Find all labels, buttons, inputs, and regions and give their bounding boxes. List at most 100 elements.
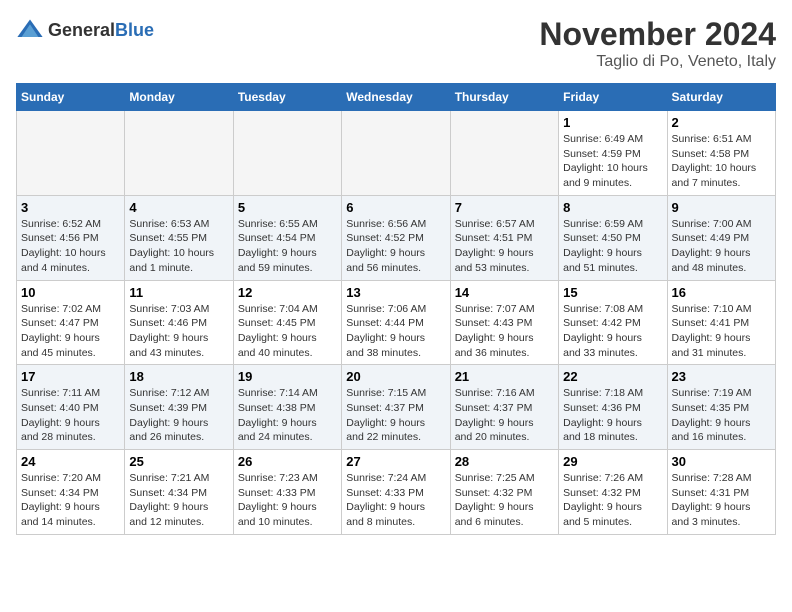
day-info: Sunrise: 6:49 AM Sunset: 4:59 PM Dayligh… bbox=[563, 132, 662, 191]
weekday-header-row: SundayMondayTuesdayWednesdayThursdayFrid… bbox=[17, 84, 776, 111]
day-number: 15 bbox=[563, 285, 662, 300]
day-number: 14 bbox=[455, 285, 554, 300]
calendar-cell: 11 Sunrise: 7:03 AM Sunset: 4:46 PM Dayli… bbox=[125, 280, 233, 365]
day-number: 8 bbox=[563, 200, 662, 215]
day-number: 9 bbox=[672, 200, 771, 215]
week-row-1: 3 Sunrise: 6:52 AM Sunset: 4:56 PM Daylig… bbox=[17, 195, 776, 280]
weekday-header-thursday: Thursday bbox=[450, 84, 558, 111]
calendar-cell: 12Sunrise: 7:04 AM Sunset: 4:45 PM Dayli… bbox=[233, 280, 341, 365]
day-info: Sunrise: 7:02 AM Sunset: 4:47 PM Dayligh… bbox=[21, 302, 120, 361]
day-number: 19 bbox=[238, 369, 337, 384]
day-info: Sunrise: 7:21 AM Sunset: 4:34 PM Dayligh… bbox=[129, 471, 228, 530]
logo-text: GeneralBlue bbox=[48, 20, 154, 41]
day-number: 11 bbox=[129, 285, 228, 300]
calendar-cell: 27 Sunrise: 7:24 AM Sunset: 4:33 PM Dayli… bbox=[342, 450, 450, 535]
calendar-cell: 5 Sunrise: 6:55 AM Sunset: 4:54 PM Daylig… bbox=[233, 195, 341, 280]
day-number: 27 bbox=[346, 454, 445, 469]
calendar-cell: 16 Sunrise: 7:10 AM Sunset: 4:41 PM Dayli… bbox=[667, 280, 775, 365]
calendar-cell: 23 Sunrise: 7:19 AM Sunset: 4:35 PM Dayli… bbox=[667, 365, 775, 450]
week-row-0: 1Sunrise: 6:49 AM Sunset: 4:59 PM Daylig… bbox=[17, 111, 776, 196]
calendar-cell: 6 Sunrise: 6:56 AM Sunset: 4:52 PM Daylig… bbox=[342, 195, 450, 280]
calendar-cell: 2 Sunrise: 6:51 AM Sunset: 4:58 PM Daylig… bbox=[667, 111, 775, 196]
day-number: 26 bbox=[238, 454, 337, 469]
calendar-cell: 14Sunrise: 7:07 AM Sunset: 4:43 PM Dayli… bbox=[450, 280, 558, 365]
calendar-cell: 1Sunrise: 6:49 AM Sunset: 4:59 PM Daylig… bbox=[559, 111, 667, 196]
title-block: November 2024 Taglio di Po, Veneto, Ital… bbox=[539, 16, 776, 71]
day-info: Sunrise: 6:52 AM Sunset: 4:56 PM Dayligh… bbox=[21, 217, 120, 276]
day-info: Sunrise: 7:20 AM Sunset: 4:34 PM Dayligh… bbox=[21, 471, 120, 530]
day-info: Sunrise: 7:08 AM Sunset: 4:42 PM Dayligh… bbox=[563, 302, 662, 361]
weekday-header-monday: Monday bbox=[125, 84, 233, 111]
day-info: Sunrise: 6:59 AM Sunset: 4:50 PM Dayligh… bbox=[563, 217, 662, 276]
day-info: Sunrise: 7:06 AM Sunset: 4:44 PM Dayligh… bbox=[346, 302, 445, 361]
day-number: 13 bbox=[346, 285, 445, 300]
calendar-cell: 22Sunrise: 7:18 AM Sunset: 4:36 PM Dayli… bbox=[559, 365, 667, 450]
logo-icon bbox=[16, 16, 44, 44]
day-number: 25 bbox=[129, 454, 228, 469]
day-info: Sunrise: 7:19 AM Sunset: 4:35 PM Dayligh… bbox=[672, 386, 771, 445]
day-info: Sunrise: 7:10 AM Sunset: 4:41 PM Dayligh… bbox=[672, 302, 771, 361]
day-number: 22 bbox=[563, 369, 662, 384]
calendar-cell bbox=[17, 111, 125, 196]
calendar-cell bbox=[233, 111, 341, 196]
calendar-cell bbox=[342, 111, 450, 196]
day-info: Sunrise: 7:25 AM Sunset: 4:32 PM Dayligh… bbox=[455, 471, 554, 530]
day-info: Sunrise: 6:56 AM Sunset: 4:52 PM Dayligh… bbox=[346, 217, 445, 276]
calendar-cell: 20 Sunrise: 7:15 AM Sunset: 4:37 PM Dayli… bbox=[342, 365, 450, 450]
calendar-cell: 8 Sunrise: 6:59 AM Sunset: 4:50 PM Daylig… bbox=[559, 195, 667, 280]
calendar-cell: 3 Sunrise: 6:52 AM Sunset: 4:56 PM Daylig… bbox=[17, 195, 125, 280]
calendar-cell: 4 Sunrise: 6:53 AM Sunset: 4:55 PM Daylig… bbox=[125, 195, 233, 280]
calendar-cell: 18 Sunrise: 7:12 AM Sunset: 4:39 PM Dayli… bbox=[125, 365, 233, 450]
calendar-cell: 17Sunrise: 7:11 AM Sunset: 4:40 PM Dayli… bbox=[17, 365, 125, 450]
day-number: 2 bbox=[672, 115, 771, 130]
calendar-cell: 15 Sunrise: 7:08 AM Sunset: 4:42 PM Dayli… bbox=[559, 280, 667, 365]
day-info: Sunrise: 7:00 AM Sunset: 4:49 PM Dayligh… bbox=[672, 217, 771, 276]
day-number: 20 bbox=[346, 369, 445, 384]
day-number: 18 bbox=[129, 369, 228, 384]
day-info: Sunrise: 6:51 AM Sunset: 4:58 PM Dayligh… bbox=[672, 132, 771, 191]
day-info: Sunrise: 7:03 AM Sunset: 4:46 PM Dayligh… bbox=[129, 302, 228, 361]
day-info: Sunrise: 7:14 AM Sunset: 4:38 PM Dayligh… bbox=[238, 386, 337, 445]
day-info: Sunrise: 7:26 AM Sunset: 4:32 PM Dayligh… bbox=[563, 471, 662, 530]
day-number: 23 bbox=[672, 369, 771, 384]
month-title: November 2024 bbox=[539, 16, 776, 53]
day-info: Sunrise: 7:15 AM Sunset: 4:37 PM Dayligh… bbox=[346, 386, 445, 445]
calendar-table: SundayMondayTuesdayWednesdayThursdayFrid… bbox=[16, 83, 776, 535]
day-info: Sunrise: 6:53 AM Sunset: 4:55 PM Dayligh… bbox=[129, 217, 228, 276]
calendar-cell: 19 Sunrise: 7:14 AM Sunset: 4:38 PM Dayli… bbox=[233, 365, 341, 450]
calendar-cell: 30Sunrise: 7:28 AM Sunset: 4:31 PM Dayli… bbox=[667, 450, 775, 535]
calendar-cell: 24 Sunrise: 7:20 AM Sunset: 4:34 PM Dayli… bbox=[17, 450, 125, 535]
day-info: Sunrise: 6:55 AM Sunset: 4:54 PM Dayligh… bbox=[238, 217, 337, 276]
logo-general: General bbox=[48, 20, 115, 40]
day-info: Sunrise: 7:16 AM Sunset: 4:37 PM Dayligh… bbox=[455, 386, 554, 445]
day-number: 3 bbox=[21, 200, 120, 215]
day-info: Sunrise: 7:24 AM Sunset: 4:33 PM Dayligh… bbox=[346, 471, 445, 530]
day-info: Sunrise: 7:12 AM Sunset: 4:39 PM Dayligh… bbox=[129, 386, 228, 445]
day-number: 24 bbox=[21, 454, 120, 469]
calendar-cell: 25 Sunrise: 7:21 AM Sunset: 4:34 PM Dayli… bbox=[125, 450, 233, 535]
calendar-cell: 13 Sunrise: 7:06 AM Sunset: 4:44 PM Dayli… bbox=[342, 280, 450, 365]
calendar-cell: 28 Sunrise: 7:25 AM Sunset: 4:32 PM Dayli… bbox=[450, 450, 558, 535]
weekday-header-friday: Friday bbox=[559, 84, 667, 111]
weekday-header-saturday: Saturday bbox=[667, 84, 775, 111]
day-number: 28 bbox=[455, 454, 554, 469]
location-title: Taglio di Po, Veneto, Italy bbox=[539, 53, 776, 71]
day-number: 12 bbox=[238, 285, 337, 300]
day-number: 6 bbox=[346, 200, 445, 215]
day-number: 5 bbox=[238, 200, 337, 215]
day-info: Sunrise: 7:11 AM Sunset: 4:40 PM Dayligh… bbox=[21, 386, 120, 445]
week-row-3: 17Sunrise: 7:11 AM Sunset: 4:40 PM Dayli… bbox=[17, 365, 776, 450]
day-info: Sunrise: 6:57 AM Sunset: 4:51 PM Dayligh… bbox=[455, 217, 554, 276]
day-number: 21 bbox=[455, 369, 554, 384]
calendar-cell bbox=[450, 111, 558, 196]
logo-blue: Blue bbox=[115, 20, 154, 40]
weekday-header-tuesday: Tuesday bbox=[233, 84, 341, 111]
weekday-header-wednesday: Wednesday bbox=[342, 84, 450, 111]
day-number: 7 bbox=[455, 200, 554, 215]
day-number: 4 bbox=[129, 200, 228, 215]
logo: GeneralBlue bbox=[16, 16, 154, 44]
week-row-2: 10Sunrise: 7:02 AM Sunset: 4:47 PM Dayli… bbox=[17, 280, 776, 365]
day-info: Sunrise: 7:23 AM Sunset: 4:33 PM Dayligh… bbox=[238, 471, 337, 530]
calendar-cell: 21 Sunrise: 7:16 AM Sunset: 4:37 PM Dayli… bbox=[450, 365, 558, 450]
day-number: 16 bbox=[672, 285, 771, 300]
